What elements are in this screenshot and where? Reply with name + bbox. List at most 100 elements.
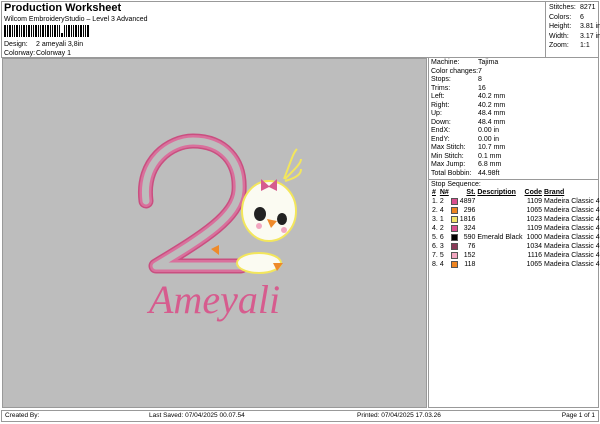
stat-label: Zoom: (549, 42, 569, 50)
needle-number: 4 (439, 207, 444, 214)
name-lettering: Ameyali (146, 277, 280, 322)
info-panel: Machine: Tajima Color changes: 7 Stops: 8 Trim… (428, 58, 600, 408)
printed-date: Printed: 07/04/2025 17.03.26 (357, 412, 441, 419)
thread-code: 1065 (526, 207, 543, 214)
color-swatch-cell (450, 251, 459, 260)
stitch-count: 1816 (459, 216, 476, 223)
machine-info-row: EndY: 0.00 in (429, 136, 598, 145)
embroidery-design: Ameyali (138, 133, 302, 322)
stat-label: Colors: (549, 13, 572, 21)
stitch-count: 4897 (459, 198, 476, 205)
barcode-bar (59, 25, 60, 37)
barcode-bar (54, 25, 56, 37)
thread-code: 1000 (526, 234, 543, 241)
barcode-bar (75, 25, 77, 37)
machine-info-row: EndX: 0.00 in (429, 127, 598, 136)
info-value: 6.8 mm (478, 161, 502, 168)
stop-row: 6. 3 76 1034 Madeira Classic 40 (431, 242, 600, 251)
stop-number: 2. (432, 207, 438, 214)
stat-value: 3.17 in (580, 32, 600, 40)
needle-number: 5 (439, 252, 444, 259)
barcode-bar (85, 25, 86, 37)
color-swatch (450, 260, 458, 268)
last-saved: Last Saved: 07/04/2025 00.07.54 (149, 412, 245, 419)
color-swatch (450, 242, 458, 250)
machine-info-row: Machine: Tajima (429, 59, 598, 68)
color-description: Emerald Black (477, 234, 523, 241)
colorway-row: Colorway: Colorway 1 (4, 50, 71, 57)
info-label: Trims: (431, 84, 451, 92)
stop-number: 6. (432, 243, 438, 250)
machine-info-row: Up: 48.4 mm (429, 110, 598, 119)
barcode-bar (68, 25, 70, 37)
color-description (476, 224, 523, 233)
thread-code: 1034 (526, 243, 543, 250)
stop-number: 7. (432, 252, 438, 259)
info-value: 8 (478, 76, 482, 83)
barcode-bar (4, 25, 6, 37)
machine-info: Machine: Tajima Color changes: 7 Stops: 8 Trim… (429, 58, 598, 178)
stat-row: Stitches: 8271 (549, 3, 596, 13)
barcode-bar (7, 25, 8, 37)
machine-info-row: Color changes: 7 (429, 68, 598, 77)
page-title: Production Worksheet (4, 2, 122, 14)
stat-row: Zoom: 1:1 (549, 41, 596, 51)
thread-code: 1023 (526, 216, 543, 223)
colorway-label: Colorway: (4, 50, 36, 57)
color-description (476, 251, 523, 260)
machine-info-row: Left: 40.2 mm (429, 93, 598, 102)
machine-info-row: Max Stitch: 10.7 mm (429, 144, 598, 153)
barcode-bar (12, 25, 13, 37)
info-value: 48.4 mm (478, 118, 506, 126)
machine-info-row: Right: 40.2 mm (429, 102, 598, 111)
design-value: 2 ameyali 3,8in (36, 41, 84, 48)
stop-number: 4. (432, 225, 438, 232)
stop-row: 1. 2 4897 1109 Madeira Classic 40 (431, 197, 600, 206)
barcode-bar (40, 25, 41, 37)
stitch-count: 296 (463, 207, 476, 214)
thread-brand: Madeira Classic 40 (544, 252, 600, 259)
stat-value: 3.81 in (580, 23, 600, 31)
info-value: 40.2 mm (478, 101, 506, 109)
info-label: Up: (431, 110, 442, 117)
col-brand: Brand (544, 189, 565, 196)
color-swatch-cell (450, 242, 459, 251)
barcode-bar (73, 25, 74, 37)
col-needle: N# (439, 189, 449, 196)
barcode-bar (50, 25, 51, 37)
color-swatch-cell (450, 224, 459, 233)
info-label: Down: (431, 118, 451, 126)
barcode-bar (16, 25, 18, 37)
stat-label: Stitches: (549, 4, 576, 11)
barcode-bar (61, 33, 63, 37)
barcode-bar (45, 25, 46, 37)
stop-number: 5. (432, 234, 438, 241)
machine-info-row: Max Jump: 6.8 mm (429, 161, 598, 170)
needle-number: 6 (439, 234, 444, 241)
barcode-bar (78, 25, 79, 37)
stat-row: Colors: 6 (549, 13, 596, 23)
color-swatch (450, 197, 458, 205)
info-value: 44.98ft (478, 169, 500, 177)
info-value: 10.7 mm (478, 144, 506, 151)
color-description (476, 206, 523, 215)
barcode-bar (52, 25, 53, 37)
info-value: 0.00 in (478, 127, 500, 134)
machine-info-row: Down: 48.4 mm (429, 119, 598, 128)
design-label: Design: (4, 41, 28, 48)
color-swatch-cell (450, 233, 459, 242)
design-name-row: Design: 2 ameyali 3,8in (4, 41, 83, 48)
color-swatch (450, 233, 458, 241)
stat-value: 1:1 (580, 42, 590, 50)
barcode-bar (26, 25, 27, 37)
col-description: Description (477, 189, 516, 196)
info-value: 48.4 mm (478, 110, 506, 117)
info-label: Min Stitch: (431, 152, 464, 160)
thread-code: 1116 (527, 252, 543, 259)
barcode-bar (14, 25, 15, 37)
barcode-bar (80, 25, 82, 37)
stop-number: 1. (432, 198, 438, 205)
barcode-bar (64, 25, 65, 37)
stop-row: 7. 5 152 1116 Madeira Classic 40 (431, 251, 600, 260)
stop-number: 8. (432, 261, 438, 268)
